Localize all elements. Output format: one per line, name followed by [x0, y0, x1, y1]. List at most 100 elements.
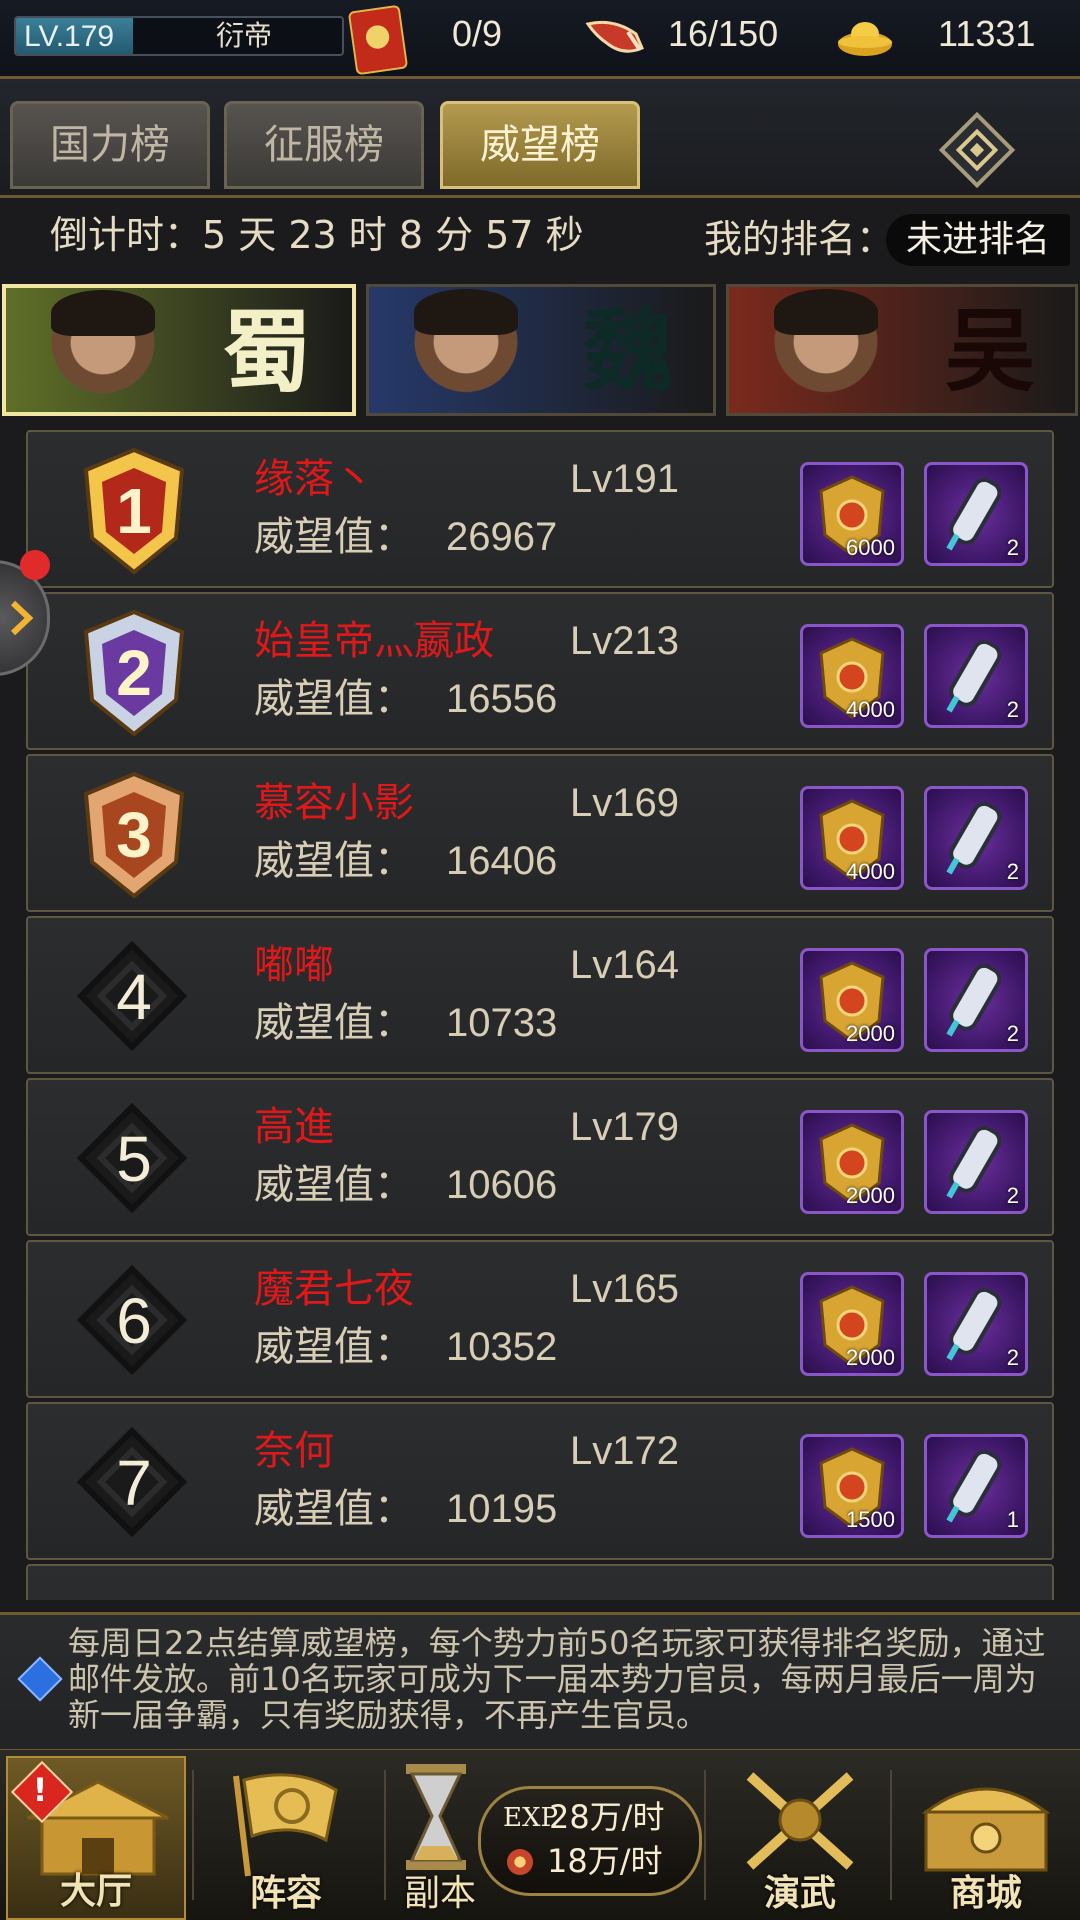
table-row[interactable]: 3 慕容小影 Lv169 威望值： 16406 4000 2 — [26, 754, 1054, 912]
prestige-label: 威望值： — [254, 1000, 414, 1046]
prestige-score: 10352 — [446, 1325, 558, 1369]
tab-conquest[interactable]: 征服榜 — [224, 101, 424, 189]
general-hair — [414, 289, 518, 335]
prestige-score: 10606 — [446, 1163, 558, 1207]
coin-icon — [507, 1849, 533, 1875]
table-row[interactable]: 5 高進 Lv179 威望值： 10606 2000 2 — [26, 1078, 1054, 1236]
table-row[interactable] — [26, 1564, 1054, 1600]
faction-tab-shu[interactable]: 蜀 — [2, 284, 356, 416]
prestige-label: 威望值： — [254, 1324, 414, 1370]
rank-number: 1 — [116, 475, 152, 547]
reward-scroll-item[interactable]: 2 — [924, 786, 1028, 890]
reward-count: 2 — [1006, 1021, 1019, 1046]
reward-emblem-item[interactable]: 4000 — [800, 786, 904, 890]
prestige-score: 26967 — [446, 515, 558, 559]
stamina-count: 16/150 — [668, 13, 779, 54]
tab-national-power[interactable]: 国力榜 — [10, 101, 210, 189]
reward-count: 4000 — [846, 859, 895, 884]
player-level: Lv191 — [570, 457, 679, 501]
reward-count: 2 — [1006, 535, 1019, 560]
reward-emblem-item[interactable]: 2000 — [800, 1272, 904, 1376]
nav-divider — [192, 1770, 194, 1900]
player-name: 嘟嘟 — [254, 942, 334, 988]
gold-ingot-icon[interactable] — [836, 14, 894, 58]
horn-icon[interactable] — [584, 14, 644, 60]
player-level: Lv213 — [570, 619, 679, 663]
nav-shop[interactable]: 商城 — [896, 1756, 1076, 1920]
prestige-score: 10195 — [446, 1487, 558, 1531]
gold-count: 11331 — [938, 13, 1036, 54]
general-hair — [774, 289, 878, 335]
tab-prestige[interactable]: 威望榜 — [440, 101, 640, 189]
reward-scroll-item[interactable]: 2 — [924, 1272, 1028, 1376]
player-name: 高進 — [254, 1104, 334, 1150]
faction-tab-wu[interactable]: 吴 — [726, 284, 1078, 416]
notification-dot — [20, 550, 50, 580]
table-row[interactable]: 6 魔君七夜 Lv165 威望值： 10352 2000 2 — [26, 1240, 1054, 1398]
reward-emblem-item[interactable]: 2000 — [800, 1110, 904, 1214]
nav-hall-label: 大厅 — [59, 1870, 132, 1912]
my-rank-label: 我的排名： — [704, 217, 895, 261]
nav-lineup-label: 阵容 — [249, 1872, 322, 1914]
reward-count: 2 — [1006, 859, 1019, 884]
reward-scroll-item[interactable]: 2 — [924, 948, 1028, 1052]
reward-emblem-item[interactable]: 6000 — [800, 462, 904, 566]
reward-scroll-item[interactable]: 1 — [924, 1434, 1028, 1538]
exp-rate: 28万/时 — [549, 1798, 665, 1836]
level-bar[interactable]: LV.179 衍帝 — [14, 16, 344, 56]
rank-number: 2 — [116, 637, 152, 709]
prestige-score: 16556 — [446, 677, 558, 721]
reward-emblem-item[interactable]: 1500 — [800, 1434, 904, 1538]
nav-divider — [890, 1770, 892, 1900]
nav-dungeon[interactable]: 副本 — [388, 1756, 488, 1920]
general-hair — [51, 290, 155, 336]
reward-scroll-item[interactable]: 2 — [924, 1110, 1028, 1214]
reward-count: 4000 — [846, 697, 895, 722]
notice-panel: 每周日22点结算威望榜，每个势力前50名玩家可获得排名奖励，通过邮件发放。前10… — [0, 1612, 1080, 1752]
player-level: Lv164 — [570, 943, 679, 987]
level-text: LV.179 — [24, 20, 115, 53]
table-row[interactable]: 2 始皇帝灬嬴政 Lv213 威望值： 16556 4000 2 — [26, 592, 1054, 750]
reward-scroll-item[interactable]: 2 — [924, 462, 1028, 566]
top-status-bar: LV.179 衍帝 0/9 16/150 11331 — [0, 0, 1080, 79]
notice-text: 每周日22点结算威望榜，每个势力前50名玩家可获得排名奖励，通过邮件发放。前10… — [68, 1624, 1046, 1734]
nav-hall[interactable]: ! 大厅 — [6, 1756, 186, 1920]
prestige-score: 16406 — [446, 839, 558, 883]
player-name: 缘落丶 — [254, 456, 374, 502]
reward-count: 2 — [1006, 1183, 1019, 1208]
player-name: 奈何 — [254, 1428, 334, 1474]
reward-count: 2 — [1006, 697, 1019, 722]
rank-number: 6 — [116, 1285, 152, 1357]
nav-lineup[interactable]: 阵容 — [196, 1756, 376, 1920]
table-row[interactable]: 7 奈何 Lv172 威望值： 10195 1500 1 — [26, 1402, 1054, 1560]
reward-count: 6000 — [846, 535, 895, 560]
countdown-timer: 倒计时：5 天 23 时 8 分 57 秒 — [50, 213, 584, 257]
reward-emblem-item[interactable]: 2000 — [800, 948, 904, 1052]
prestige-label: 威望值： — [254, 1162, 414, 1208]
diamond-menu-icon[interactable] — [934, 107, 1020, 193]
nav-divider — [384, 1770, 386, 1900]
prestige-label: 威望值： — [254, 676, 414, 722]
player-level: Lv179 — [570, 1105, 679, 1149]
player-name: 慕容小影 — [254, 780, 414, 826]
leaderboard-tabs: 国力榜 征服榜 威望榜 — [0, 79, 1080, 198]
prestige-label: 威望值： — [254, 838, 414, 884]
table-row[interactable]: 1 缘落丶 Lv191 威望值： 26967 6000 2 — [26, 430, 1054, 588]
faction-tab-wei[interactable]: 魏 — [366, 284, 716, 416]
info-row: 倒计时：5 天 23 时 8 分 57 秒 我的排名： 未进排名 — [0, 198, 1080, 280]
reward-scroll-item[interactable]: 2 — [924, 624, 1028, 728]
reward-count: 2000 — [846, 1021, 895, 1046]
table-row[interactable]: 4 嘟嘟 Lv164 威望值： 10733 2000 2 — [26, 916, 1054, 1074]
ranking-list[interactable]: 1 缘落丶 Lv191 威望值： 26967 6000 2 2 始皇帝灬嬴政 Lv213 威望值： 1… — [26, 430, 1054, 1600]
reward-count: 2 — [1006, 1345, 1019, 1370]
red-card-icon[interactable] — [347, 4, 409, 76]
bottom-nav: ! 大厅 阵容 副本 EXP 28万/时 18万/时 演武 商城 — [0, 1750, 1080, 1920]
nav-martial-label: 演武 — [763, 1872, 836, 1914]
reward-emblem-item[interactable]: 4000 — [800, 624, 904, 728]
reward-count: 1 — [1006, 1507, 1019, 1532]
afk-income-panel[interactable]: EXP 28万/时 18万/时 — [478, 1786, 702, 1896]
vip-title: 衍帝 — [216, 19, 273, 52]
rank-number: 7 — [116, 1447, 152, 1519]
nav-martial[interactable]: 演武 — [710, 1756, 890, 1920]
player-level: Lv169 — [570, 781, 679, 825]
